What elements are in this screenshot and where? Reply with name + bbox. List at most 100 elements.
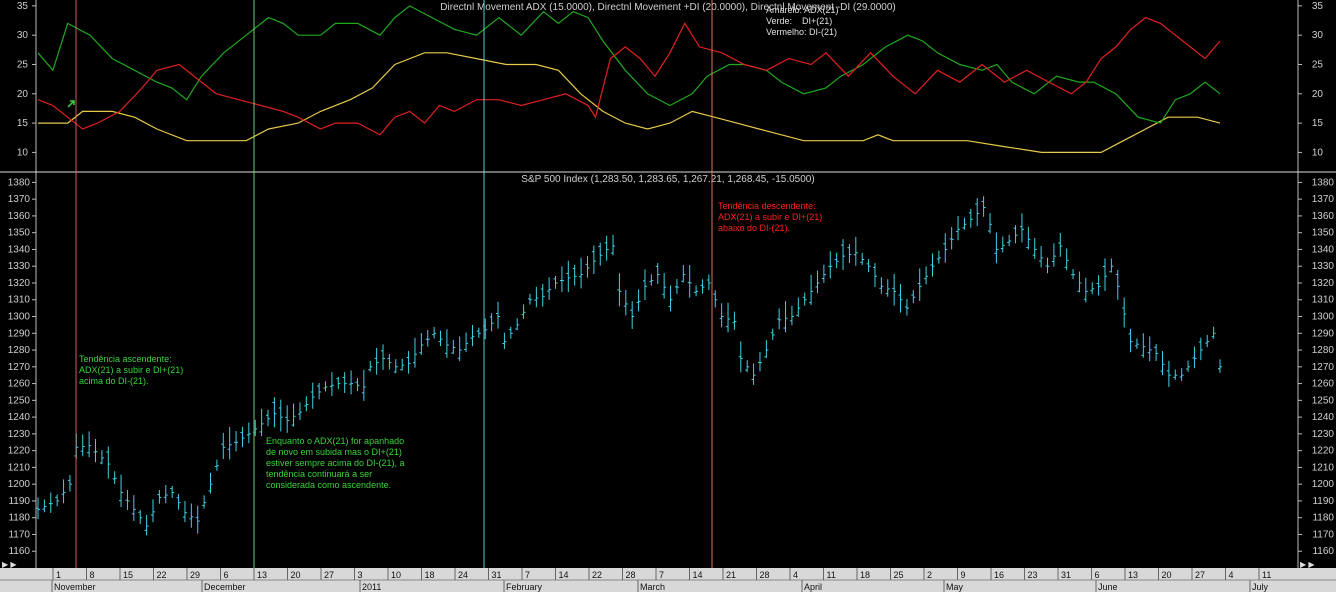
- price-ytick-label-right: 1330: [1312, 261, 1335, 272]
- day-tick-label: 28: [626, 570, 636, 580]
- day-tick-label: 9: [961, 570, 966, 580]
- series-line-adx: [38, 52, 1221, 153]
- price-ytick-label-left: 1170: [8, 529, 30, 540]
- price-ytick-label-left: 1260: [8, 379, 31, 390]
- day-tick-label: 27: [1195, 570, 1205, 580]
- legend-entry: Verde: DI+(21): [766, 16, 832, 26]
- day-tick-label: 22: [592, 570, 602, 580]
- price-ytick-label-right: 1370: [1312, 194, 1335, 205]
- legend-entry: Vermelho: DI-(21): [766, 27, 837, 37]
- price-ytick-label-right: 1180: [1312, 513, 1334, 524]
- legend-entry: Amarelo: ADX(21): [766, 5, 839, 15]
- price-ytick-label-left: 1310: [8, 295, 31, 306]
- dmi-ytick-label-right: 10: [1312, 147, 1324, 158]
- day-tick-label: 6: [1095, 570, 1100, 580]
- month-label: April: [804, 582, 822, 592]
- month-label: December: [204, 582, 246, 592]
- month-label: May: [946, 582, 964, 592]
- dmi-ytick-label-left: 20: [17, 89, 29, 100]
- dmi-ytick-label-right: 25: [1312, 59, 1324, 70]
- price-ytick-label-right: 1220: [1312, 446, 1335, 457]
- annotation-downtrend: Tendência descendente: ADX(21) a subir e…: [718, 201, 823, 233]
- month-label: July: [1252, 582, 1269, 592]
- axes: 10 10 15 15 20 20 25 25 30 30 35 35 1160 1160 1170 1170…: [0, 0, 1336, 568]
- price-ytick-label-left: 1220: [8, 446, 31, 457]
- series-line-di-plus: [37, 5, 1221, 124]
- day-tick-label: 11: [1262, 570, 1271, 580]
- dmi-ytick-label-left: 30: [17, 30, 29, 41]
- day-tick-label: 24: [458, 570, 468, 580]
- price-ytick-label-left: 1190: [8, 496, 30, 507]
- series-line-di-minus: [37, 16, 1221, 136]
- day-tick-label: 14: [693, 570, 703, 580]
- day-tick-label: 18: [860, 570, 870, 580]
- price-ytick-label-right: 1340: [1312, 244, 1335, 255]
- chart-canvas: 10 10 15 15 20 20 25 25 30 30 35 35 1160 1160 1170 1170…: [0, 0, 1336, 592]
- price-ytick-label-left: 1340: [8, 244, 31, 255]
- day-tick-label: 14: [559, 570, 569, 580]
- month-label: February: [506, 582, 543, 592]
- price-panel: [36, 196, 1222, 536]
- price-ytick-label-right: 1310: [1312, 295, 1335, 306]
- price-ytick-label-right: 1160: [1312, 546, 1334, 557]
- price-ytick-label-right: 1200: [1312, 479, 1335, 490]
- day-tick-label: 4: [1229, 570, 1234, 580]
- price-ytick-label-right: 1260: [1312, 379, 1335, 390]
- dmi-panel: [37, 5, 1221, 153]
- price-ytick-label-right: 1210: [1312, 462, 1335, 473]
- price-ytick-label-right: 1320: [1312, 278, 1335, 289]
- price-ytick-label-left: 1330: [8, 261, 31, 272]
- price-ytick-label-right: 1170: [1312, 529, 1334, 540]
- day-tick-label: 4: [793, 570, 798, 580]
- arrow-icon: [67, 100, 75, 108]
- price-ytick-label-left: 1240: [8, 412, 31, 423]
- price-ytick-label-left: 1250: [8, 395, 31, 406]
- dmi-ytick-label-left: 25: [17, 59, 29, 70]
- price-ytick-label-right: 1290: [1312, 328, 1335, 339]
- dmi-ytick-label-left: 35: [17, 1, 29, 12]
- day-tick-label: 10: [391, 570, 401, 580]
- price-ytick-label-left: 1300: [8, 312, 31, 323]
- day-tick-label: 6: [224, 570, 229, 580]
- x-axis: 1 8 15 22 29 6 13 20 27 3 10 18 24 31 7 14 22 28 7 14 21 28 4 1…: [0, 560, 1336, 592]
- price-ytick-label-right: 1300: [1312, 312, 1335, 323]
- price-ytick-label-right: 1230: [1312, 429, 1335, 440]
- day-tick-label: 28: [760, 570, 770, 580]
- day-tick-label: 3: [358, 570, 363, 580]
- price-ytick-label-left: 1370: [8, 194, 31, 205]
- day-tick-label: 21: [726, 570, 736, 580]
- day-tick-label: 11: [827, 570, 836, 580]
- price-ytick-label-right: 1240: [1312, 412, 1335, 423]
- price-ytick-label-right: 1270: [1312, 362, 1335, 373]
- price-ytick-label-left: 1160: [8, 546, 30, 557]
- price-ytick-label-left: 1360: [8, 211, 31, 222]
- price-ytick-label-left: 1320: [8, 278, 31, 289]
- day-tick-label: 23: [1028, 570, 1038, 580]
- day-tick-label: 29: [190, 570, 200, 580]
- price-ytick-label-right: 1250: [1312, 395, 1335, 406]
- price-ytick-label-left: 1280: [8, 345, 31, 356]
- annotation-uptrend: Tendência ascendente: ADX(21) a subir e …: [79, 354, 184, 386]
- annotation-adx-rising: Enquanto o ADX(21) for apanhado de novo …: [266, 436, 405, 490]
- price-ytick-label-right: 1360: [1312, 211, 1335, 222]
- price-ytick-label-left: 1350: [8, 228, 31, 239]
- day-tick-label: 13: [257, 570, 267, 580]
- price-ytick-label-right: 1280: [1312, 345, 1335, 356]
- price-ytick-label-left: 1230: [8, 429, 31, 440]
- dmi-ytick-label-left: 10: [17, 147, 29, 158]
- month-label: 2011: [362, 582, 381, 592]
- day-tick-label: 20: [1162, 570, 1172, 580]
- price-ytick-label-left: 1180: [8, 513, 30, 524]
- month-label: June: [1098, 582, 1118, 592]
- price-ytick-label-left: 1200: [8, 479, 31, 490]
- price-ytick-label-right: 1380: [1312, 177, 1335, 188]
- price-ytick-label-left: 1380: [8, 177, 31, 188]
- dmi-ytick-label-right: 20: [1312, 89, 1324, 100]
- corner-label-right: ▶ ▶: [1300, 560, 1315, 569]
- day-tick-label: 18: [425, 570, 435, 580]
- price-ytick-label-right: 1190: [1312, 496, 1334, 507]
- day-tick-label: 27: [324, 570, 334, 580]
- price-ytick-label-left: 1270: [8, 362, 31, 373]
- price-ytick-label-left: 1210: [8, 462, 31, 473]
- day-tick-label: 25: [894, 570, 904, 580]
